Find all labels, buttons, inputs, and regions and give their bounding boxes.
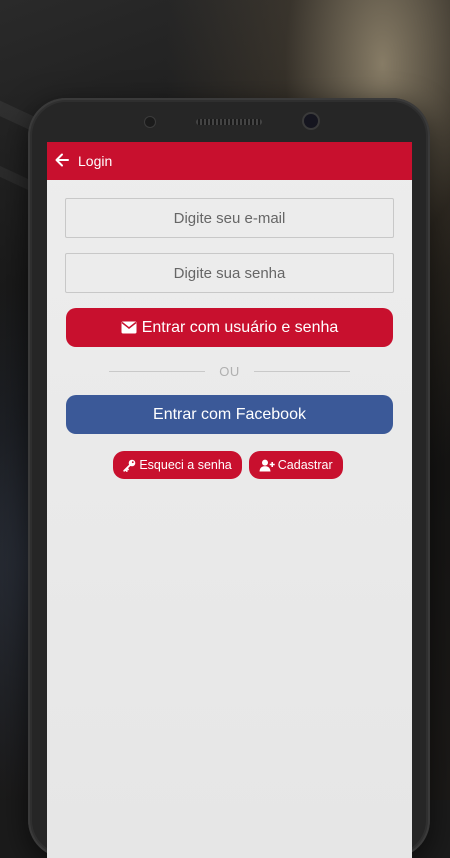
divider-line [253,370,350,372]
page-title: Login [78,153,113,169]
forgot-password-label: Esqueci a senha [139,458,232,472]
app-bar: Login [47,142,412,180]
register-label: Cadastrar [277,458,333,472]
phone-frame: Login Entrar com usuário e senha OU [28,98,430,858]
sensor-dot [145,117,155,127]
app-screen: Login Entrar com usuário e senha OU [47,142,412,858]
user-plus-icon [259,459,275,472]
front-camera [304,114,318,128]
envelope-icon [121,321,137,334]
earpiece-speaker [196,119,262,125]
divider-text: OU [219,363,240,379]
login-button-label: Entrar com usuário e senha [141,318,339,336]
facebook-login-button[interactable]: Entrar com Facebook [66,395,393,434]
or-divider: OU [65,347,394,395]
login-button[interactable]: Entrar com usuário e senha [66,308,393,347]
facebook-button-label: Entrar com Facebook [153,405,306,423]
register-button[interactable]: Cadastrar [248,451,343,479]
email-field[interactable] [65,198,394,238]
login-form: Entrar com usuário e senha OU Entrar com… [47,180,412,479]
arrow-left-icon[interactable] [55,153,71,169]
key-icon [123,459,136,472]
forgot-password-button[interactable]: Esqueci a senha [113,451,242,479]
divider-line [109,370,206,372]
password-field[interactable] [65,253,394,293]
secondary-actions: Esqueci a senha Cadastrar [62,451,394,479]
